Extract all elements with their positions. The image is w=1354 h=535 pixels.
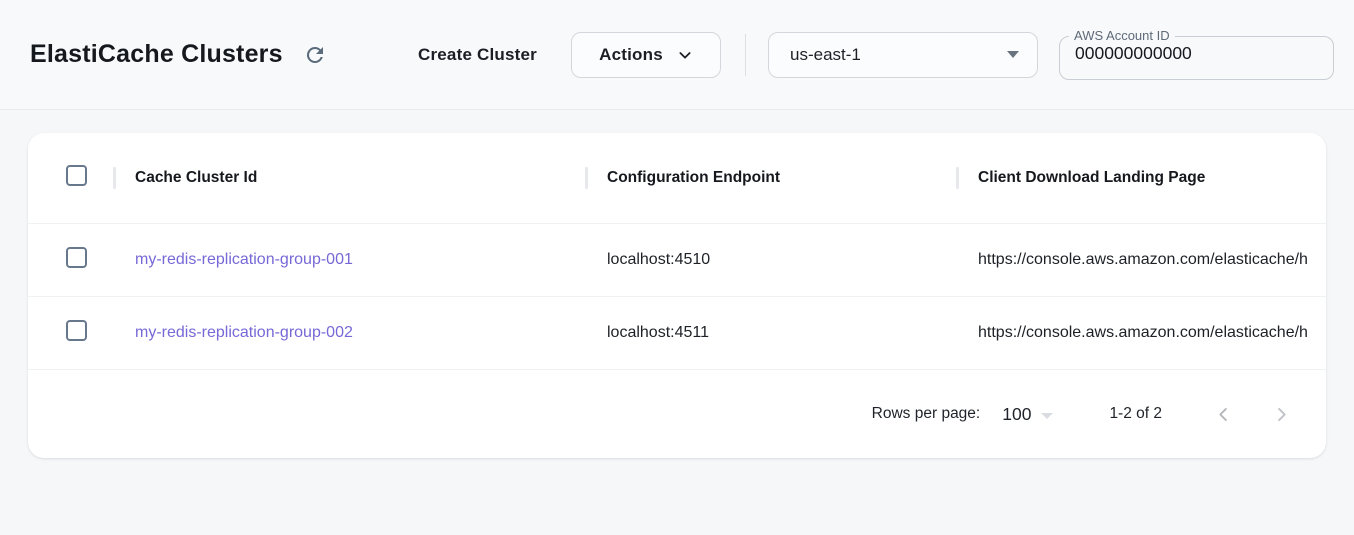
column-separator [956,167,959,189]
row-checkbox[interactable] [66,320,87,341]
next-page-button[interactable] [1266,399,1296,429]
toolbar-divider [745,34,746,76]
page-title: ElastiCache Clusters [30,40,283,69]
select-all-checkbox[interactable] [66,165,87,186]
pagination-range-label: 1-2 of 2 [1109,405,1162,423]
rows-per-page-select[interactable]: 100 [1002,404,1053,425]
create-cluster-button[interactable]: Create Cluster [418,45,537,65]
previous-page-button[interactable] [1208,399,1238,429]
column-separator [113,167,116,189]
column-separator [585,167,588,189]
clusters-table-card: Cache Cluster Id Configuration Endpoint … [28,133,1326,458]
configuration-endpoint-cell: localhost:4510 [585,251,956,269]
region-select[interactable]: us-east-1 [768,32,1038,78]
configuration-endpoint-cell: localhost:4511 [585,324,956,342]
aws-account-id-label: AWS Account ID [1069,31,1175,41]
row-checkbox[interactable] [66,247,87,268]
actions-dropdown-button[interactable]: Actions [571,32,721,78]
table-row: my-redis-replication-group-001 localhost… [28,224,1326,297]
landing-page-cell: https://console.aws.amazon.com/elasticac… [956,251,1326,269]
table-pagination: Rows per page: 100 1-2 of 2 [28,370,1326,458]
chevron-left-icon [1214,405,1233,424]
landing-page-cell: https://console.aws.amazon.com/elasticac… [956,324,1326,342]
table-header-row: Cache Cluster Id Configuration Endpoint … [28,133,1326,224]
select-arrow-icon [1041,413,1053,419]
chevron-right-icon [1272,405,1291,424]
aws-account-id-input[interactable] [1075,43,1315,64]
top-toolbar: ElastiCache Clusters Create Cluster Acti… [0,0,1354,110]
cluster-id-link[interactable]: my-redis-replication-group-002 [135,324,353,341]
rows-per-page-label: Rows per page: [872,405,981,423]
column-header-client-download-landing-page[interactable]: Client Download Landing Page [956,133,1326,223]
aws-account-id-field: AWS Account ID [1059,31,1334,80]
chevron-down-icon [677,47,693,63]
column-header-configuration-endpoint[interactable]: Configuration Endpoint [585,133,956,223]
refresh-icon [303,43,327,67]
select-arrow-icon [1007,51,1019,58]
column-header-cache-cluster-id[interactable]: Cache Cluster Id [113,133,585,223]
table-row: my-redis-replication-group-002 localhost… [28,297,1326,370]
cluster-id-link[interactable]: my-redis-replication-group-001 [135,251,353,268]
region-selected-value: us-east-1 [790,45,861,65]
rows-per-page-value: 100 [1002,404,1031,425]
refresh-button[interactable] [301,41,329,69]
actions-label: Actions [599,45,663,65]
